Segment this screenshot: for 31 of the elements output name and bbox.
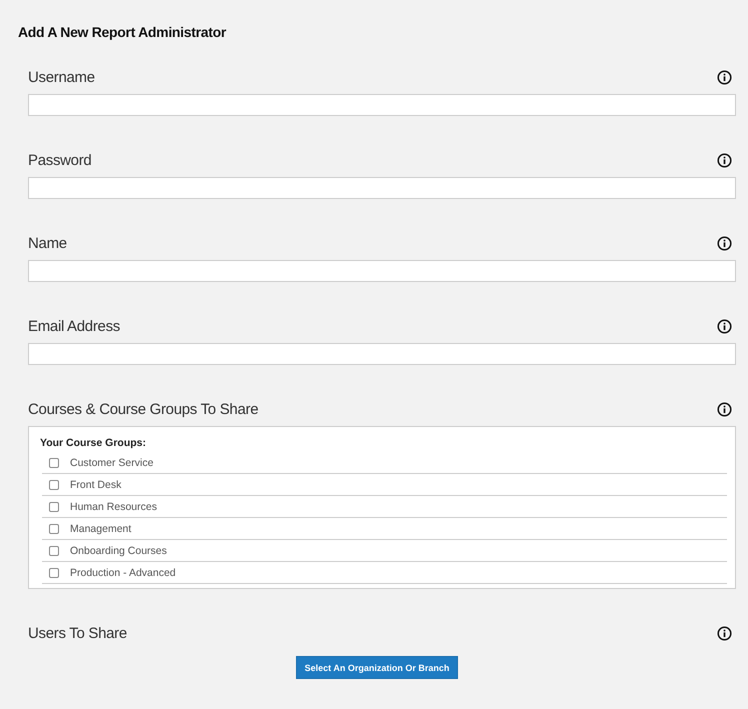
group-heading: Your Course Groups: [40,437,147,449]
checkbox[interactable] [49,524,59,534]
course-group-label: Customer Service [70,456,154,468]
input-field[interactable] [28,260,736,282]
course-group-label: Management [70,522,132,534]
info-icon[interactable] [717,318,732,334]
page-title: Add A New Report Administrator [18,24,228,40]
field-label: Name [28,234,67,252]
input-field[interactable] [28,177,736,199]
info-icon[interactable] [717,152,732,168]
checkbox[interactable] [49,458,59,468]
info-icon[interactable] [717,626,732,640]
course-group-label: Production - Advanced [70,566,176,578]
info-icon[interactable] [717,236,732,250]
course-group-label: Front Desk [70,478,122,490]
course-group-label: Human Resources [70,500,157,512]
field-label: Email Address [28,318,120,334]
field-label: Password [28,152,92,168]
checkbox[interactable] [49,546,59,556]
checkbox[interactable] [49,480,59,490]
input-field[interactable] [28,94,736,116]
input-field[interactable] [28,343,736,365]
field-label: Courses & Course Groups To Share [28,400,258,418]
info-icon[interactable] [717,402,732,416]
select-organization-button[interactable]: Select An Organization Or Branch [296,656,458,679]
field-label: Username [28,68,95,86]
info-icon[interactable] [717,70,732,84]
field-label: Users To Share [28,624,127,642]
course-group-label: Onboarding Courses [70,544,167,556]
checkbox[interactable] [49,502,59,512]
checkbox[interactable] [49,568,59,578]
